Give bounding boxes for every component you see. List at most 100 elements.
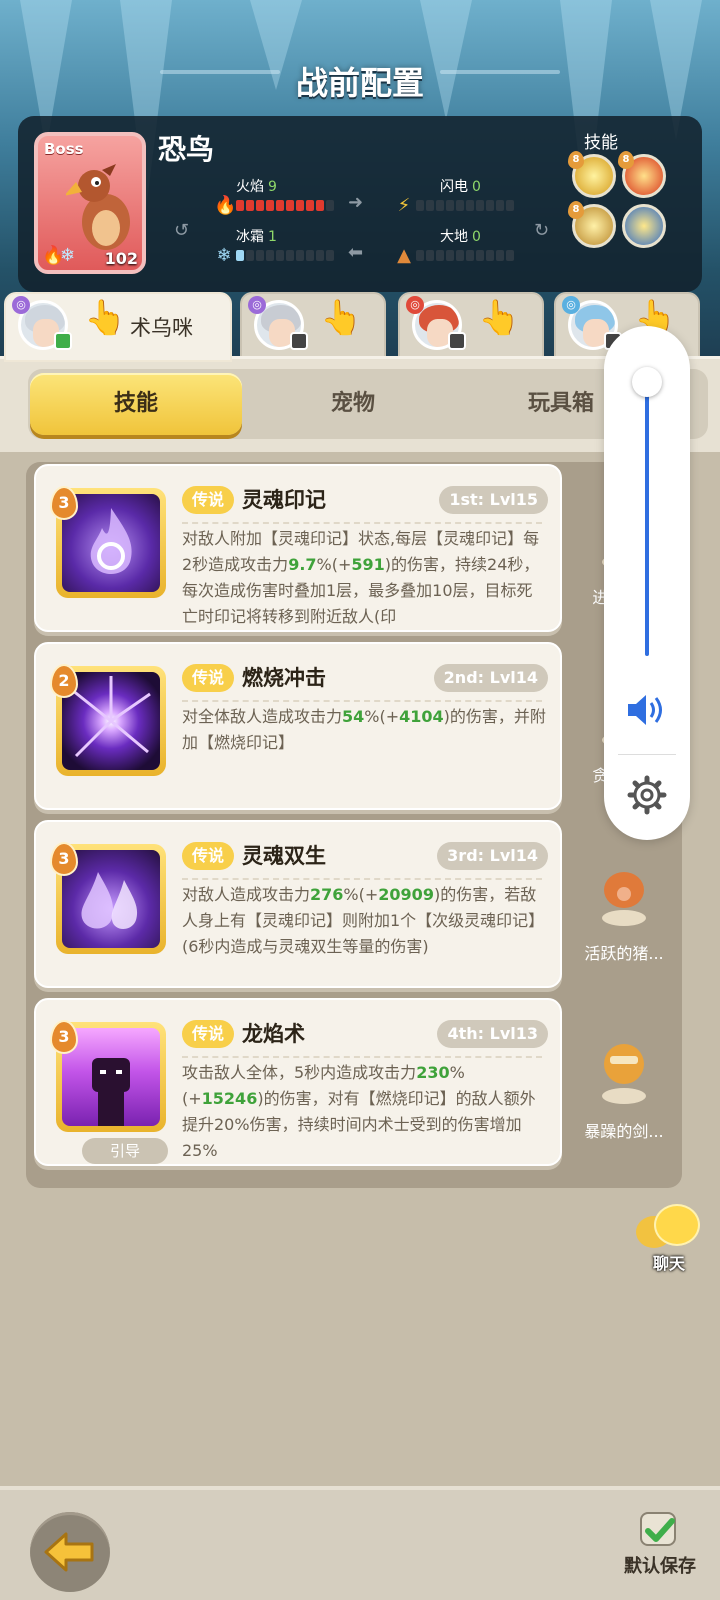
hero-tab-3[interactable]: ◎ 👆 [398, 292, 544, 358]
pet-slot-3[interactable]: 活跃的猪... [566, 820, 682, 988]
class-badge-icon [448, 332, 466, 350]
checkbox[interactable] [640, 1512, 676, 1546]
cycle-arrow-icon: ↺ [174, 220, 190, 241]
stat-bar-segment [286, 250, 294, 261]
default-save-label: 默认保存 [624, 1556, 696, 1577]
volume-slider-knob[interactable] [632, 366, 662, 397]
stat-bar-segment [276, 250, 284, 261]
chat-button[interactable]: 聊天 [632, 1204, 706, 1273]
boss-level: 102 [104, 249, 138, 268]
page-title: 战前配置 [295, 64, 424, 102]
skill-card[interactable]: 3 传说 灵魂双生 3rd: Lvl14 对敌人造成攻击力276%(+20909… [34, 820, 562, 988]
pet-figure-icon [602, 872, 646, 926]
stat-bar-segment [306, 200, 314, 211]
legend-tag: 传说 [182, 664, 235, 692]
skill-slot-level: 3rd: Lvl14 [437, 842, 548, 870]
mountain-icon: ▲ [397, 245, 411, 266]
skill-name: 燃烧冲击 [242, 666, 326, 690]
boss-info-panel: Boss 🔥 ❄ 102 恐鸟 🔥 火焰 9 ⚡ 闪电 0 ❄ 冰霜 1 ▲ 大… [18, 116, 702, 292]
stat-bar-segment [246, 250, 254, 261]
boss-bird-portrait-icon [66, 164, 130, 250]
rank-badge: 3 [50, 486, 78, 520]
hand-pointer-icon: 👆 [478, 298, 521, 338]
stat-bar [236, 250, 334, 261]
ice-element-icon: ❄ [60, 245, 76, 266]
stat-bar-segment [436, 200, 444, 211]
boss-badge: Boss [44, 140, 84, 158]
skill-card[interactable]: 2 传说 燃烧冲击 2nd: Lvl14 对全体敌人造成攻击力54%(+4104… [34, 642, 562, 810]
stat-bar-segment [326, 200, 334, 211]
rank-badge: 2 [50, 664, 78, 698]
class-badge-icon [54, 332, 72, 350]
legend-tag: 传说 [182, 1020, 235, 1048]
element-icon: ◎ [248, 296, 266, 314]
hero-name: 术乌咪 [130, 316, 193, 340]
stat-bar-segment [446, 200, 454, 211]
snowflake-icon: ❄ [216, 245, 232, 266]
stat-bar-segment [506, 200, 514, 211]
volume-panel [604, 326, 690, 840]
skill-name: 龙焰术 [242, 1022, 305, 1046]
ice-orb-icon[interactable] [622, 204, 666, 248]
skill-name: 灵魂印记 [242, 488, 326, 512]
stat-bar-segment [266, 200, 274, 211]
pet-slot-4[interactable]: 暴躁的剑... [566, 998, 682, 1166]
volume-slider[interactable] [645, 376, 649, 656]
stat-bar [416, 250, 514, 261]
hero-tab-2[interactable]: ◎ 👆 [240, 292, 386, 358]
stat-bar-segment [326, 250, 334, 261]
earth-orb-icon[interactable]: 8 [568, 201, 616, 248]
skill-description: 攻击敌人全体，5秒内造成攻击力230%(+15246)的伤害，对有【燃烧印记】的… [182, 1063, 536, 1160]
stat-bar-segment [316, 250, 324, 261]
hand-pointer-icon: 👆 [320, 298, 363, 338]
hero-tab-1[interactable]: ◎ 👆 术乌咪 [4, 292, 232, 362]
stat-bar-segment [256, 250, 264, 261]
stat-bar-segment [486, 200, 494, 211]
gear-icon[interactable] [626, 774, 668, 816]
pet-name: 暴躁的剑... [584, 1122, 664, 1141]
stat-bar-segment [466, 250, 474, 261]
skill-list: 3 传说 灵魂印记 1st: Lvl15 对敌人附加【灵魂印记】状态,每层【灵魂… [26, 462, 682, 1188]
stat-bar-segment [506, 250, 514, 261]
pet-name: 活跃的猪... [584, 944, 664, 963]
skill-slot-level: 1st: Lvl15 [439, 486, 548, 514]
legend-tag: 传说 [182, 486, 235, 514]
pet-figure-icon [602, 1044, 646, 1104]
rank-badge: 3 [50, 842, 78, 876]
stat-bar-segment [296, 200, 304, 211]
fire-orb-icon[interactable]: 8 [618, 151, 666, 198]
stat-bar-segment [236, 250, 244, 261]
skill-card[interactable]: 3 传说 龙焰术 4th: Lvl13 攻击敌人全体，5秒内造成攻击力230%(… [34, 998, 562, 1166]
tab-skills[interactable]: 技能 [30, 373, 242, 435]
chat-bubble-icon [654, 1204, 700, 1246]
chat-label: 聊天 [652, 1254, 685, 1273]
stat-bar-segment [426, 200, 434, 211]
lightning-icon: ⚡ [397, 195, 411, 216]
stat-bar-segment [236, 200, 244, 211]
stat-bar-segment [476, 200, 484, 211]
boss-card[interactable]: Boss 🔥 ❄ 102 [34, 132, 146, 274]
back-button[interactable] [30, 1512, 110, 1592]
stat-bar-segment [416, 250, 424, 261]
hand-pointer-icon: 👆 [84, 298, 127, 338]
bottom-bar: 默认保存 [0, 1486, 720, 1600]
default-save-button[interactable]: 默认保存 [610, 1508, 710, 1594]
skill-description: 对全体敌人造成攻击力54%(+4104)的伤害，并附加【燃烧印记】 [182, 707, 546, 752]
stat-bar-segment [306, 250, 314, 261]
stat-bar-segment [316, 200, 324, 211]
stat-bar-segment [426, 250, 434, 261]
stat-bar [416, 200, 514, 211]
stat-bar-segment [496, 250, 504, 261]
class-badge-icon [290, 332, 308, 350]
stat-bar-segment [476, 250, 484, 261]
rank-badge: 3 [50, 1020, 78, 1054]
lightning-orb-icon[interactable]: 8 [568, 151, 616, 198]
fire-icon: 🔥 [214, 195, 237, 216]
checkmark-icon [645, 1518, 675, 1542]
skill-card[interactable]: 3 传说 灵魂印记 1st: Lvl15 对敌人附加【灵魂印记】状态,每层【灵魂… [34, 464, 562, 632]
tab-pets[interactable]: 宠物 [258, 369, 448, 439]
stat-bar-segment [266, 250, 274, 261]
speaker-icon[interactable] [624, 690, 670, 730]
stat-bar-segment [456, 200, 464, 211]
stat-bar-segment [286, 200, 294, 211]
